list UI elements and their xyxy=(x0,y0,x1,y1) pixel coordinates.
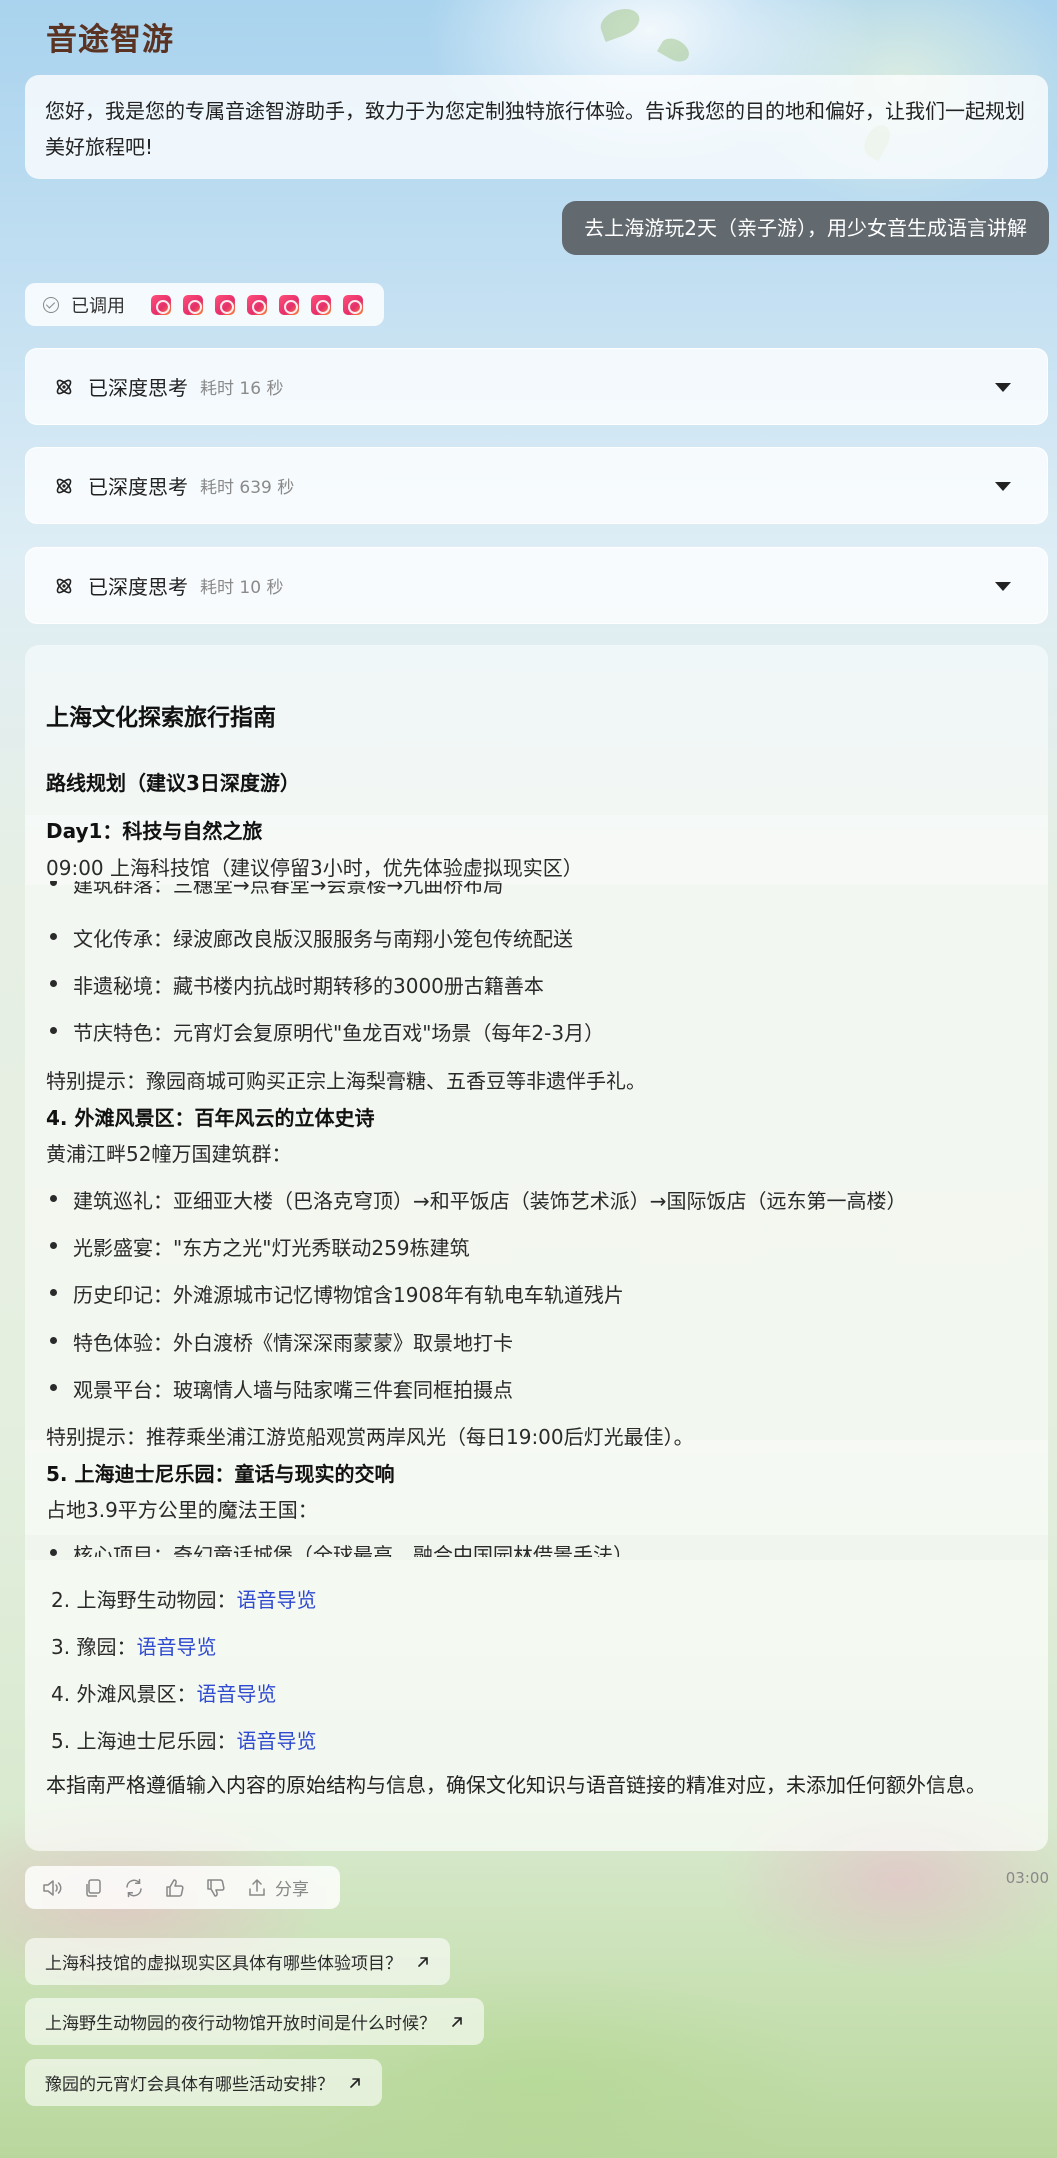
thinking-time: 耗时 16 秒 xyxy=(200,379,284,399)
audio-guide-label: 4. 外滩风景区： xyxy=(51,1682,197,1706)
app-logo-icon xyxy=(279,294,299,315)
thinking-time: 耗时 639 秒 xyxy=(200,478,295,498)
share-button[interactable]: 分享 xyxy=(275,1875,309,1900)
list-item: 建筑巡礼：亚细亚大楼（巴洛克穹顶）→和平饭店（装饰艺术派）→国际饭店（远东第一高… xyxy=(46,1185,907,1214)
list-item: 特色体验：外白渡桥《情深深雨蒙蒙》取景地打卡 xyxy=(46,1327,513,1356)
thinking-time: 耗时 10 秒 xyxy=(200,578,284,598)
atom-icon xyxy=(56,578,72,593)
tools-used-bar[interactable]: 已调用 xyxy=(25,283,384,326)
list-item: 节庆特色：元宵灯会复原明代"鱼龙百戏"场景（每年2-3月） xyxy=(46,1017,604,1046)
bund-tip: 特别提示：推荐乘坐浦江游览船观赏两岸风光（每日19:00后灯光最佳）。 xyxy=(46,1425,694,1449)
arrow-up-right-icon xyxy=(350,2077,360,2088)
app-title: 音途智游 xyxy=(46,22,174,58)
bg-leaf xyxy=(657,33,693,67)
audio-guide-label: 2. 上海野生动物园： xyxy=(51,1588,237,1612)
arrow-up-right-icon xyxy=(418,1956,428,1967)
list-item: 历史印记：外滩源城市记忆博物馆含1908年有轨电车轨道残片 xyxy=(46,1279,624,1308)
audio-guide-label: 3. 豫园： xyxy=(51,1635,137,1659)
suggested-question[interactable]: 豫园的元宵灯会具体有哪些活动安排？ xyxy=(25,2059,382,2106)
list-item: 光影盛宴："东方之光"灯光秀联动259栋建筑 xyxy=(46,1232,470,1261)
chevron-down-icon[interactable] xyxy=(995,482,1011,491)
share-icon[interactable] xyxy=(246,1877,268,1899)
list-item: 非遗秘境：藏书楼内抗战时期转移的3000册古籍善本 xyxy=(46,970,544,999)
list-item: 观景平台：玻璃情人墙与陆家嘴三件套同框拍摄点 xyxy=(46,1374,513,1403)
app-logo-icon xyxy=(151,294,171,315)
app-logo-icon xyxy=(183,294,203,315)
suggested-question-text: 豫园的元宵灯会具体有哪些活动安排？ xyxy=(45,2075,334,2095)
suggested-question[interactable]: 上海科技馆的虚拟现实区具体有哪些体验项目？ xyxy=(25,1938,450,1985)
disney-intro: 占地3.9平方公里的魔法王国： xyxy=(46,1498,318,1522)
tool-icon-list xyxy=(151,294,363,315)
suggested-question-text: 上海科技馆的虚拟现实区具体有哪些体验项目？ xyxy=(45,1954,402,1974)
thinking-label: 已深度思考 xyxy=(88,475,188,499)
audio-guide-link[interactable]: 语音导览 xyxy=(136,1635,216,1659)
audio-guide-row: 4. 外滩风景区：语音导览 xyxy=(51,1678,276,1707)
app-logo-icon xyxy=(311,294,331,315)
list-item: 文化传承：绿波廊改良版汉服服务与南翔小笼包传统配送 xyxy=(46,923,573,952)
list-item: 核心项目：奇幻童话城堡（全球最高，融合中国园林借景手法） xyxy=(46,1539,633,1557)
deep-thinking-panel[interactable]: 已深度思考 耗时 16 秒 xyxy=(25,348,1048,425)
audio-guide-link[interactable]: 语音导览 xyxy=(196,1682,276,1706)
audio-guide-row: 3. 豫园：语音导览 xyxy=(51,1631,216,1660)
app-logo-icon xyxy=(247,294,267,315)
partial-row: 建筑群落：三穗堂→点春堂→会景楼→九曲桥布局 xyxy=(46,881,1031,899)
list-item: 建筑群落：三穗堂→点春堂→会景楼→九曲桥布局 xyxy=(46,881,503,898)
audio-guide-link[interactable]: 语音导览 xyxy=(236,1729,316,1753)
thumbs-up-icon[interactable] xyxy=(164,1877,186,1899)
atom-icon xyxy=(56,379,72,394)
audio-guide-row: 5. 上海迪士尼乐园：语音导览 xyxy=(51,1725,316,1754)
bund-heading: 4. 外滩风景区：百年风云的立体史诗 xyxy=(46,1106,375,1130)
deep-thinking-panel[interactable]: 已深度思考 耗时 10 秒 xyxy=(25,547,1048,624)
chevron-down-icon[interactable] xyxy=(995,582,1011,591)
suggested-question-text: 上海野生动物园的夜行动物馆开放时间是什么时候？ xyxy=(45,2014,436,2034)
thinking-label: 已深度思考 xyxy=(88,376,188,400)
user-message-bubble: 去上海游玩2天（亲子游），用少女音生成语言讲解 xyxy=(562,201,1049,255)
disney-heading: 5. 上海迪士尼乐园：童话与现实的交响 xyxy=(46,1462,395,1486)
tools-used-label: 已调用 xyxy=(71,295,125,317)
audio-guide-link[interactable]: 语音导览 xyxy=(236,1588,316,1612)
assistant-greeting: 您好，我是您的专属音途智游助手，致力于为您定制独特旅行体验。告诉我您的目的地和偏… xyxy=(25,75,1048,179)
arrow-up-right-icon xyxy=(452,2016,462,2027)
chevron-down-icon[interactable] xyxy=(995,383,1011,392)
app-logo-icon xyxy=(215,294,235,315)
atom-icon xyxy=(56,478,72,493)
yuyuan-tip: 特别提示：豫园商城可购买正宗上海梨膏糖、五香豆等非遗伴手礼。 xyxy=(46,1069,646,1093)
copy-icon[interactable] xyxy=(82,1877,104,1899)
route-heading: 路线规划（建议3日深度游） xyxy=(46,771,300,795)
answer-card: 上海文化探索旅行指南 路线规划（建议3日深度游） Day1：科技与自然之旅 09… xyxy=(25,645,1048,1851)
app-logo-icon xyxy=(343,294,363,315)
suggested-question[interactable]: 上海野生动物园的夜行动物馆开放时间是什么时候？ xyxy=(25,1998,484,2045)
bg-leaf xyxy=(596,3,644,43)
partial-row: 核心项目：奇幻童话城堡（全球最高，融合中国园林借景手法） xyxy=(46,1535,1031,1557)
message-action-bar: 分享 xyxy=(25,1866,340,1909)
bund-intro: 黄浦江畔52幢万国建筑群： xyxy=(46,1142,292,1166)
audio-guide-row: 2. 上海野生动物园：语音导览 xyxy=(51,1584,316,1613)
day1-heading: Day1：科技与自然之旅 xyxy=(46,819,263,843)
refresh-icon[interactable] xyxy=(123,1877,145,1899)
deep-thinking-panel[interactable]: 已深度思考 耗时 639 秒 xyxy=(25,447,1048,524)
check-circle-icon xyxy=(43,296,59,313)
speaker-icon[interactable] xyxy=(41,1877,63,1899)
thinking-label: 已深度思考 xyxy=(88,575,188,599)
message-timestamp: 03:00 xyxy=(1005,1869,1049,1887)
thumbs-down-icon[interactable] xyxy=(205,1877,227,1899)
audio-guide-label: 5. 上海迪士尼乐园： xyxy=(51,1729,237,1753)
closing-note: 本指南严格遵循输入内容的原始结构与信息，确保文化知识与语音链接的精准对应，未添加… xyxy=(46,1773,986,1797)
day1-line: 09:00 上海科技馆（建议停留3小时，优先体验虚拟现实区） xyxy=(46,856,583,880)
guide-title: 上海文化探索旅行指南 xyxy=(46,705,276,731)
